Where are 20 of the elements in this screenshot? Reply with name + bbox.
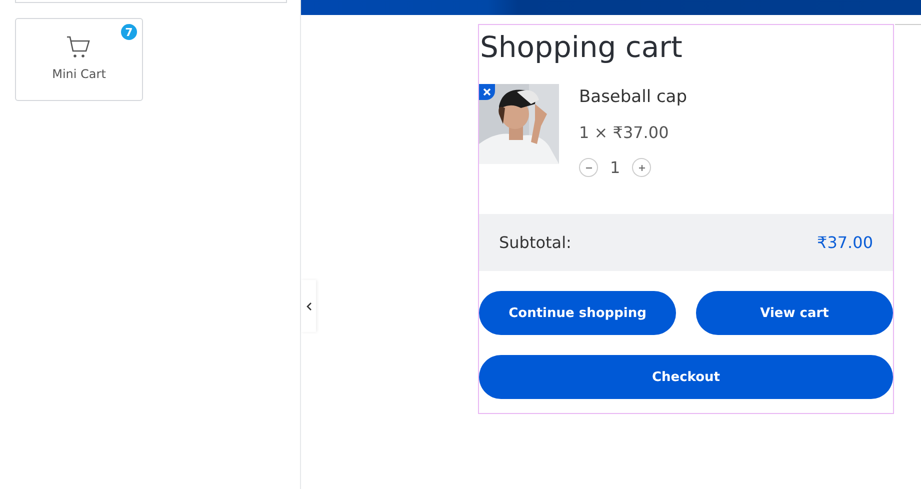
price-line: 1 × ₹37.00 — [579, 123, 670, 142]
cart-button[interactable]: Continue shopping — [479, 291, 676, 335]
search-field[interactable] — [15, 0, 287, 3]
chevron-left-icon — [306, 302, 312, 310]
quantity-value: 1 — [610, 158, 620, 177]
collapse-button[interactable] — [301, 280, 316, 332]
remove-button[interactable] — [479, 84, 495, 100]
count-badge: 7 — [121, 24, 137, 40]
increase-button[interactable] — [632, 158, 652, 177]
subtotal-label: Subtotal: — [499, 233, 572, 252]
product-name[interactable]: Baseball cap — [579, 87, 688, 107]
close-icon — [483, 88, 491, 96]
widget-label: Mini Cart — [52, 67, 106, 81]
plus-icon — [638, 164, 646, 172]
decrease-button[interactable] — [579, 158, 598, 177]
cart-title: Shopping cart — [480, 29, 684, 66]
subtotal-value: ₹37.00 — [817, 233, 873, 252]
cart-button[interactable]: Checkout — [479, 355, 893, 399]
cart-button[interactable]: View cart — [696, 291, 893, 335]
widget-card[interactable]: Mini Cart 7 — [15, 18, 143, 101]
